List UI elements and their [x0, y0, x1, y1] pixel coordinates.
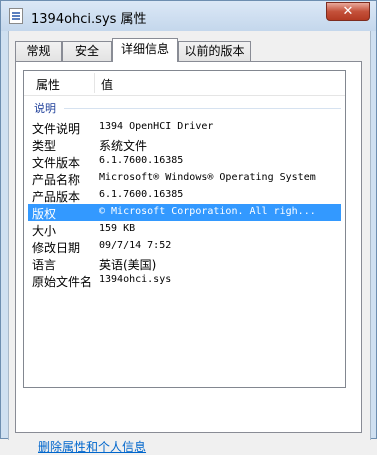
group-divider — [64, 108, 341, 109]
detail-row[interactable]: 产品版本 6.1.7600.16385 — [28, 187, 341, 204]
detail-row[interactable]: 原始文件名 1394ohci.sys — [28, 272, 341, 289]
detail-row[interactable]: 产品名称 Microsoft® Windows® Operating Syste… — [28, 170, 341, 187]
column-divider[interactable] — [94, 73, 95, 93]
detail-key: 语言 — [32, 258, 57, 272]
window-title: 1394ohci.sys 属性 — [31, 12, 147, 27]
detail-value: 6.1.7600.16385 — [99, 189, 184, 200]
detail-value: 1394ohci.sys — [99, 274, 172, 285]
tab-details[interactable]: 详细信息 — [112, 38, 178, 62]
detail-row-selected[interactable]: 版权 © Microsoft Corporation. All righ... — [28, 204, 341, 221]
properties-window: 1394ohci.sys 属性 ✕ 常规 安全 详细信息 以前的版本 属性 值 … — [0, 0, 377, 454]
detail-key: 产品名称 — [32, 173, 81, 187]
column-header-value[interactable]: 值 — [101, 76, 113, 93]
detail-key: 文件说明 — [32, 122, 81, 136]
detail-key: 修改日期 — [32, 241, 81, 255]
detail-row[interactable]: 语言 英语(美国) — [28, 255, 341, 272]
detail-value: 系统文件 — [99, 139, 148, 153]
detail-row[interactable]: 文件说明 1394 OpenHCI Driver — [28, 119, 341, 136]
file-icon — [9, 8, 23, 24]
detail-value: 6.1.7600.16385 — [99, 155, 184, 166]
detail-key: 类型 — [32, 139, 57, 153]
detail-key: 文件版本 — [32, 156, 81, 170]
detail-key: 版权 — [32, 207, 57, 221]
detail-value: 159 KB — [99, 223, 136, 234]
title-bar[interactable]: 1394ohci.sys 属性 ✕ — [1, 1, 376, 31]
dialog-body: 常规 安全 详细信息 以前的版本 属性 值 说明 文件说明 1394 OpenH… — [8, 31, 371, 454]
remove-properties-link[interactable]: 删除属性和个人信息 — [38, 438, 146, 455]
details-list[interactable]: 属性 值 说明 文件说明 1394 OpenHCI Driver 类型 系统文件… — [23, 70, 346, 388]
tab-general[interactable]: 常规 — [15, 41, 62, 61]
group-label-description: 说明 — [34, 102, 56, 115]
list-header: 属性 值 — [24, 71, 345, 96]
details-panel: 属性 值 说明 文件说明 1394 OpenHCI Driver 类型 系统文件… — [15, 61, 362, 454]
detail-row[interactable]: 大小 159 KB — [28, 221, 341, 238]
detail-key: 产品版本 — [32, 190, 81, 204]
detail-key: 原始文件名 — [32, 275, 93, 289]
detail-value: 09/7/14 7:52 — [99, 240, 172, 251]
tab-security[interactable]: 安全 — [62, 41, 112, 61]
tab-previous-versions[interactable]: 以前的版本 — [178, 41, 251, 61]
detail-value: 英语(美国) — [99, 258, 157, 272]
detail-value: © Microsoft Corporation. All righ... — [99, 206, 316, 217]
detail-row[interactable]: 类型 系统文件 — [28, 136, 341, 153]
detail-key: 大小 — [32, 224, 57, 238]
detail-value: 1394 OpenHCI Driver — [99, 121, 214, 132]
detail-value: Microsoft® Windows® Operating System — [99, 172, 316, 183]
column-header-property[interactable]: 属性 — [36, 76, 60, 93]
detail-row[interactable]: 文件版本 6.1.7600.16385 — [28, 153, 341, 170]
detail-row[interactable]: 修改日期 09/7/14 7:52 — [28, 238, 341, 255]
close-button[interactable]: ✕ — [326, 2, 370, 21]
